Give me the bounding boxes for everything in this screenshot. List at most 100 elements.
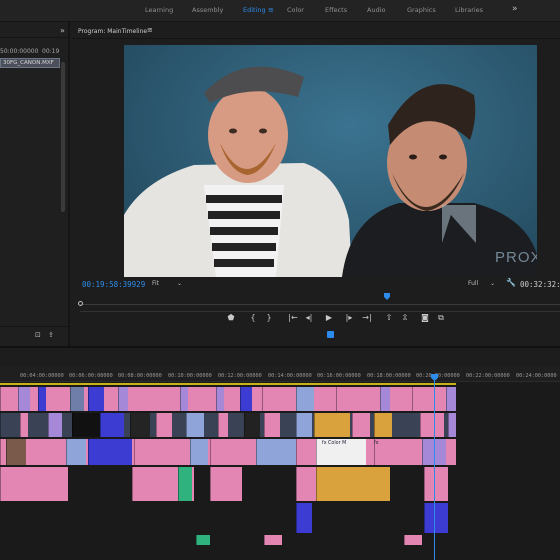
double-chevron-right-icon[interactable]: » xyxy=(512,4,518,14)
timeline-clip[interactable] xyxy=(66,439,86,465)
timeline-clip[interactable] xyxy=(296,387,314,411)
project-panel: » 50:00:00000 00:19 30FG_CANON.MXF ⊡ ⇪ xyxy=(0,22,70,346)
mark-in-icon[interactable]: { xyxy=(246,312,260,324)
timeline-ruler[interactable]: 00:04:00:00000 00:06:00:00000 00:08:00:0… xyxy=(0,366,560,382)
resolution-dropdown[interactable]: Full xyxy=(468,280,478,287)
chevron-down-icon[interactable]: ⌄ xyxy=(490,280,495,287)
timeline-clip[interactable] xyxy=(296,467,316,501)
workspace-tab-editing[interactable]: Editing xyxy=(243,6,266,14)
workspace-bar: Learning Assembly Editing ≡ Color Effect… xyxy=(0,0,560,22)
timeline-clip[interactable] xyxy=(424,503,448,533)
timeline-clip[interactable] xyxy=(240,387,252,411)
workspace-tab-color[interactable]: Color xyxy=(287,6,304,14)
timeline-clip[interactable] xyxy=(210,439,244,465)
timeline-clip[interactable] xyxy=(296,503,312,533)
timeline-clip[interactable] xyxy=(72,413,102,437)
extract-icon[interactable]: ⇫ xyxy=(398,312,412,324)
mark-out-icon[interactable]: } xyxy=(262,312,276,324)
project-clip-item[interactable]: 30FG_CANON.MXF xyxy=(0,58,60,68)
timeline-clip[interactable] xyxy=(446,387,456,411)
button-editor-icon[interactable] xyxy=(327,331,334,338)
zoom-handle[interactable] xyxy=(78,301,83,306)
timeline-clip[interactable] xyxy=(262,387,280,411)
timeline-clip[interactable] xyxy=(178,467,192,501)
timeline-clip[interactable] xyxy=(296,413,312,437)
timeline-clip[interactable] xyxy=(180,387,188,411)
timeline-clip[interactable] xyxy=(380,387,390,411)
step-back-icon[interactable]: ◂| xyxy=(302,312,316,324)
timeline-clip[interactable] xyxy=(88,439,132,465)
timeline-clip[interactable] xyxy=(118,387,128,411)
timeline-clip[interactable] xyxy=(316,467,390,501)
timeline-clip[interactable] xyxy=(134,439,190,465)
panel-menu-icon[interactable]: ≡ xyxy=(147,26,153,34)
timeline-clip[interactable] xyxy=(88,387,104,411)
timeline-panel: 00:04:00:00000 00:06:00:00000 00:08:00:0… xyxy=(0,346,560,560)
video-frame[interactable]: PROXY xyxy=(124,45,537,277)
workspace-tab-libraries[interactable]: Libraries xyxy=(455,6,483,14)
timeline-clip[interactable] xyxy=(264,413,280,437)
timeline-clip[interactable] xyxy=(336,387,352,411)
workspace-tab-assembly[interactable]: Assembly xyxy=(192,6,223,14)
ruler-label: 00:04:00:00000 xyxy=(20,373,64,379)
timeline-clip[interactable] xyxy=(374,413,392,437)
project-scrollbar[interactable] xyxy=(61,62,65,212)
add-marker-icon[interactable]: ⬟ xyxy=(224,312,238,324)
timeline-clip[interactable] xyxy=(424,467,448,501)
timeline-clip[interactable] xyxy=(420,413,444,437)
workspace-tab-learning[interactable]: Learning xyxy=(145,6,173,14)
export-icon[interactable]: ⇪ xyxy=(48,331,54,339)
timeline-clip[interactable] xyxy=(190,439,208,465)
program-playhead[interactable] xyxy=(384,293,390,300)
workspace-tab-effects[interactable]: Effects xyxy=(325,6,347,14)
timeline-clip[interactable] xyxy=(352,413,370,437)
timeline-clip[interactable] xyxy=(216,387,224,411)
fit-dropdown[interactable]: Fit xyxy=(152,280,159,287)
timeline-clip[interactable] xyxy=(18,387,30,411)
timeline-clip[interactable] xyxy=(48,413,62,437)
timeline-clip[interactable] xyxy=(404,535,422,545)
timeline-clip[interactable] xyxy=(314,413,350,437)
timeline-clip[interactable] xyxy=(244,413,260,437)
timeline-clip[interactable] xyxy=(186,413,204,437)
lift-icon[interactable]: ⇧ xyxy=(382,312,396,324)
timeline-clip[interactable] xyxy=(100,413,124,437)
timeline-clip[interactable] xyxy=(264,535,282,545)
timeline-clip[interactable] xyxy=(210,467,242,501)
timeline-clip[interactable] xyxy=(448,413,456,437)
program-scrub-bar[interactable] xyxy=(80,302,560,312)
bin-icon[interactable]: ⊡ xyxy=(35,331,41,339)
project-timecode-end: 00:19 xyxy=(42,48,60,55)
workspace-tab-audio[interactable]: Audio xyxy=(367,6,385,14)
timeline-playhead-line xyxy=(434,374,435,560)
timeline-clip[interactable] xyxy=(156,413,172,437)
hamburger-icon[interactable]: ≡ xyxy=(268,6,274,14)
program-current-timecode[interactable]: 00:19:58:39929 xyxy=(82,280,145,289)
step-forward-icon[interactable]: |▸ xyxy=(342,312,356,324)
timeline-clip[interactable] xyxy=(130,413,150,437)
project-clip-name: 30FG_CANON.MXF xyxy=(3,60,54,66)
double-chevron-right-icon[interactable]: » xyxy=(60,26,65,35)
play-icon[interactable]: ▶ xyxy=(322,312,336,324)
program-monitor-title[interactable]: Program: MainTimeline xyxy=(78,28,147,35)
wrench-icon[interactable]: 🔧 xyxy=(506,278,516,287)
timeline-clip[interactable] xyxy=(296,439,316,465)
timeline-clip[interactable] xyxy=(256,439,296,465)
timeline-clip[interactable] xyxy=(70,387,84,411)
go-to-out-icon[interactable]: →| xyxy=(360,312,374,324)
timeline-clip[interactable] xyxy=(0,467,68,501)
compare-view-icon[interactable]: ⧉ xyxy=(434,312,448,324)
ruler-label: 00:06:00:00000 xyxy=(69,373,113,379)
chevron-down-icon[interactable]: ⌄ xyxy=(177,280,182,287)
camera-icon[interactable]: ◙ xyxy=(418,312,432,324)
timeline-clip[interactable] xyxy=(218,413,228,437)
timeline-clip[interactable] xyxy=(412,387,426,411)
go-to-in-icon[interactable]: |← xyxy=(286,312,300,324)
timeline-clip[interactable] xyxy=(196,535,210,545)
timeline-clip[interactable] xyxy=(38,387,46,411)
workspace-tab-graphics[interactable]: Graphics xyxy=(407,6,436,14)
timeline-clip[interactable] xyxy=(6,439,26,465)
clip-label: fx xyxy=(374,441,379,446)
ruler-label: 00:10:00:00000 xyxy=(168,373,212,379)
timeline-clip[interactable] xyxy=(20,413,28,437)
